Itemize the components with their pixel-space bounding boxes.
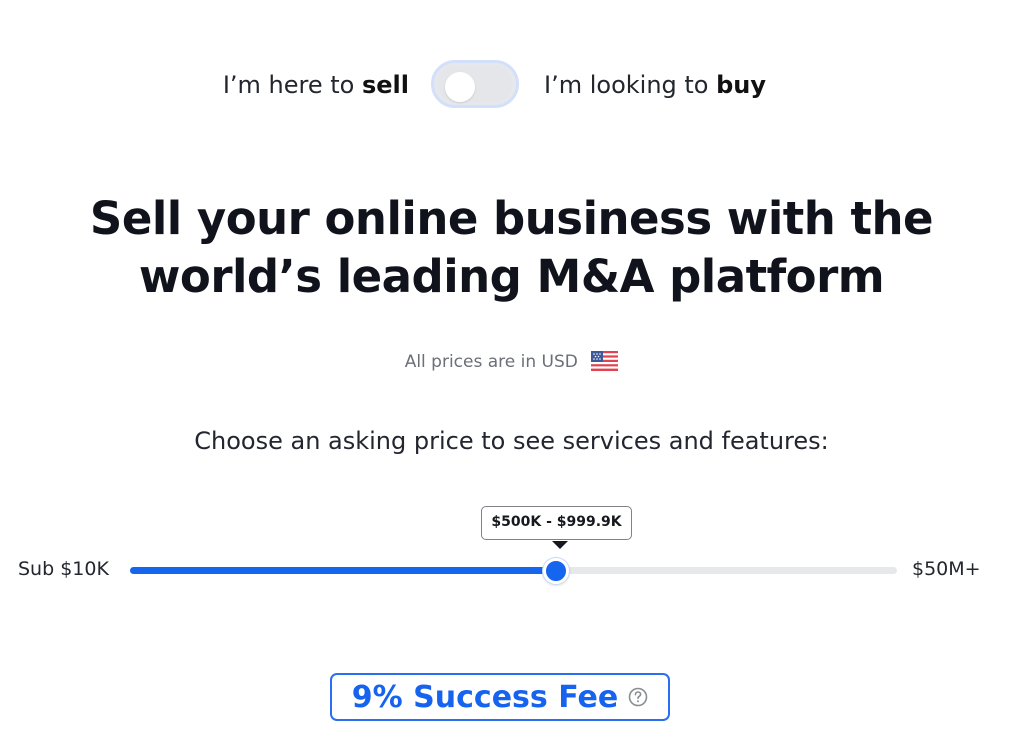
toggle-track: [437, 66, 513, 102]
sell-label-emphasis: sell: [361, 71, 409, 99]
question-circle-icon[interactable]: [628, 687, 648, 707]
sell-buy-toggle[interactable]: [431, 60, 519, 108]
page-headline: Sell your online business with the world…: [0, 190, 1023, 306]
us-flag-icon: [591, 351, 619, 371]
sell-label-prefix: I’m here to: [222, 71, 362, 99]
slider-min-label: Sub $10K: [18, 558, 109, 580]
price-slider[interactable]: [130, 558, 897, 584]
mode-toggle-row: I’m here to sell I’m looking to buy: [0, 58, 1023, 114]
success-fee-text: 9% Success Fee: [351, 679, 619, 715]
toggle-knob[interactable]: [445, 72, 475, 102]
headline-line-1: Sell your online business with the: [89, 192, 934, 245]
buy-label-prefix: I’m looking to: [544, 71, 717, 99]
tooltip-arrow: [552, 541, 568, 549]
buy-label[interactable]: I’m looking to buy: [544, 70, 766, 100]
buy-label-emphasis: buy: [716, 71, 767, 99]
slider-thumb[interactable]: [542, 558, 569, 584]
success-fee-badge: 9% Success Fee: [330, 673, 670, 721]
sell-label[interactable]: I’m here to sell: [223, 70, 409, 100]
price-range-tooltip: $500K - $999.9K: [481, 506, 632, 540]
currency-note: All prices are in USD: [0, 350, 1023, 374]
headline-line-2: world’s leading M&A platform: [138, 250, 885, 303]
price-prompt: Choose an asking price to see services a…: [194, 427, 829, 455]
slider-fill: [130, 567, 556, 574]
slider-max-label: $50M+: [912, 558, 981, 580]
currency-note-text: All prices are in USD: [404, 352, 578, 372]
